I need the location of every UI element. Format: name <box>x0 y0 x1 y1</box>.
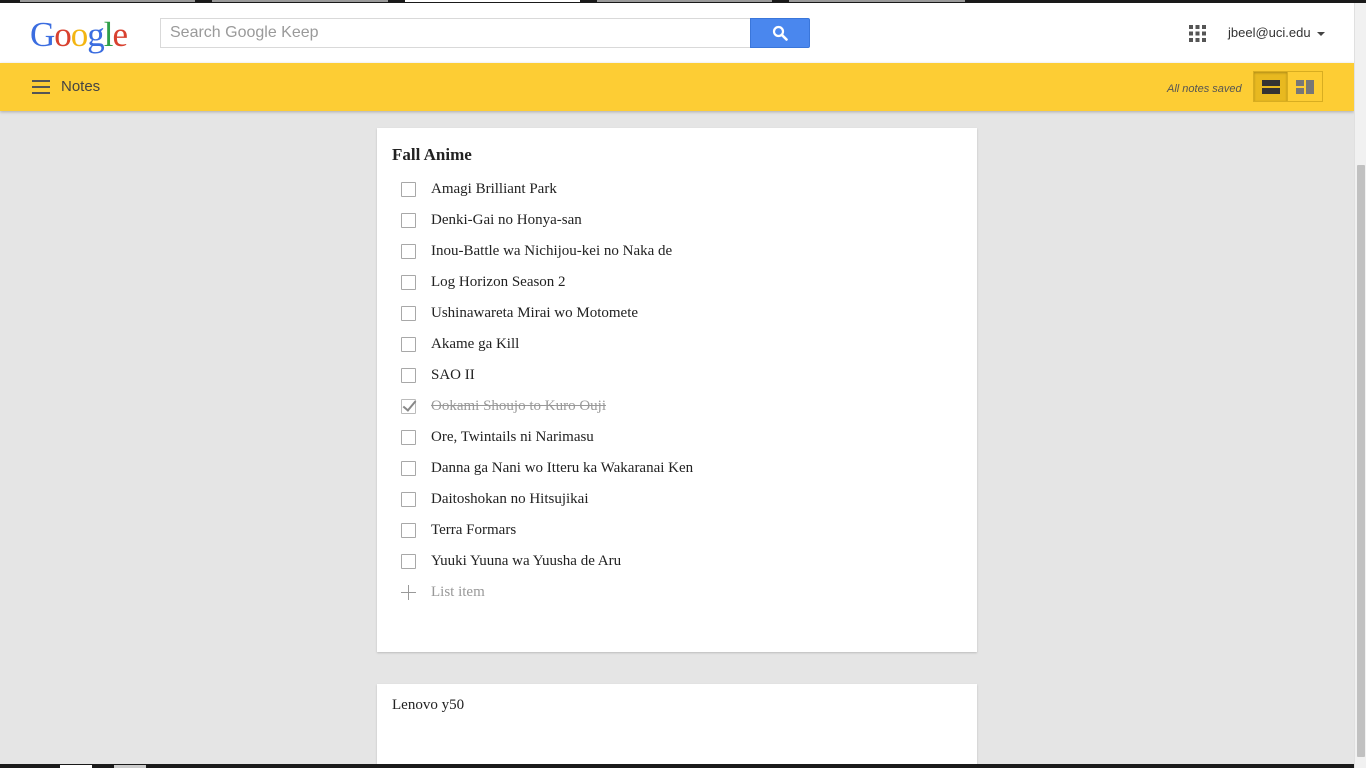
browser-tab[interactable] <box>597 0 772 2</box>
logo-letter: g <box>87 15 104 54</box>
browser-tab-active[interactable] <box>405 0 580 2</box>
list-item-text[interactable]: Ushinawareta Mirai wo Motomete <box>431 305 638 322</box>
list-item: Yuuki Yuuna wa Yuusha de Aru <box>401 546 693 577</box>
checkbox[interactable] <box>401 306 416 321</box>
list-item-text[interactable]: SAO II <box>431 367 475 384</box>
checkbox[interactable] <box>401 492 416 507</box>
list-item: Akame ga Kill <box>401 329 693 360</box>
checkbox[interactable] <box>401 368 416 383</box>
logo-letter: o <box>70 15 88 54</box>
list-item-checked: Ookami Shoujo to Kuro Ouji <box>401 391 693 422</box>
notes-toolbar: Notes All notes saved <box>0 63 1354 111</box>
list-item-text[interactable]: Inou-Battle wa Nichijou-kei no Naka de <box>431 243 672 260</box>
list-item: Amagi Brilliant Park <box>401 174 693 205</box>
hamburger-menu-icon[interactable] <box>32 80 50 94</box>
note-card[interactable]: Fall Anime Amagi Brilliant Park Denki-Ga… <box>377 128 977 652</box>
scrollbar[interactable] <box>1354 3 1366 768</box>
list-item: Inou-Battle wa Nichijou-kei no Naka de <box>401 236 693 267</box>
checkbox[interactable] <box>401 554 416 569</box>
checkbox[interactable] <box>401 461 416 476</box>
list-item: Log Horizon Season 2 <box>401 267 693 298</box>
grid-view-button[interactable] <box>1288 71 1323 102</box>
chevron-down-icon <box>1316 31 1325 36</box>
checklist: Amagi Brilliant Park Denki-Gai no Honya-… <box>401 174 693 608</box>
list-item: Denki-Gai no Honya-san <box>401 205 693 236</box>
list-item: SAO II <box>401 360 693 391</box>
list-item-text[interactable]: Log Horizon Season 2 <box>431 274 566 291</box>
add-list-item[interactable]: List item <box>401 577 693 608</box>
list-item: Danna ga Nani wo Itteru ka Wakaranai Ken <box>401 453 693 484</box>
note-title[interactable]: Fall Anime <box>392 145 472 165</box>
logo-letter: o <box>54 15 71 54</box>
list-item-text[interactable]: Daitoshokan no Hitsujikai <box>431 491 589 508</box>
search-input[interactable] <box>160 18 751 48</box>
list-item-text[interactable]: Ookami Shoujo to Kuro Ouji <box>431 398 606 415</box>
apps-grid-icon[interactable] <box>1189 25 1206 42</box>
app-header: Google jbeel@uci.edu <box>0 3 1354 63</box>
account-menu[interactable]: jbeel@uci.edu <box>1228 25 1325 40</box>
list-item-text[interactable]: Yuuki Yuuna wa Yuusha de Aru <box>431 553 621 570</box>
list-item-text[interactable]: Terra Formars <box>431 522 516 539</box>
list-item: Terra Formars <box>401 515 693 546</box>
list-item-text[interactable]: Danna ga Nani wo Itteru ka Wakaranai Ken <box>431 460 693 477</box>
add-list-item-placeholder: List item <box>431 584 485 600</box>
list-item-text[interactable]: Amagi Brilliant Park <box>431 181 557 198</box>
list-item: Ore, Twintails ni Narimasu <box>401 422 693 453</box>
browser-tab[interactable] <box>789 0 965 2</box>
search-icon <box>772 25 788 41</box>
list-item: Ushinawareta Mirai wo Motomete <box>401 298 693 329</box>
logo-letter: l <box>103 15 114 54</box>
note-card[interactable]: Lenovo y50 <box>377 684 977 768</box>
list-item-text[interactable]: Akame ga Kill <box>431 336 519 353</box>
checkbox[interactable] <box>401 430 416 445</box>
logo-letter: G <box>30 15 55 54</box>
grid-view-icon <box>1296 79 1314 94</box>
list-item-text[interactable]: Ore, Twintails ni Narimasu <box>431 429 594 446</box>
view-toggle <box>1253 71 1323 102</box>
checkbox[interactable] <box>401 182 416 197</box>
google-logo[interactable]: Google <box>30 15 129 55</box>
list-item-text[interactable]: Denki-Gai no Honya-san <box>431 212 582 229</box>
checkbox-checked[interactable] <box>401 399 416 414</box>
browser-tab[interactable] <box>20 0 195 2</box>
list-item: Daitoshokan no Hitsujikai <box>401 484 693 515</box>
browser-tab[interactable] <box>212 0 388 2</box>
page-title: Notes <box>61 78 101 95</box>
bottom-edge <box>0 764 1354 768</box>
checkbox[interactable] <box>401 213 416 228</box>
account-email: jbeel@uci.edu <box>1228 25 1311 40</box>
list-view-icon <box>1261 79 1280 94</box>
list-view-button[interactable] <box>1253 71 1288 102</box>
logo-letter: e <box>112 15 129 54</box>
search-button[interactable] <box>750 18 810 48</box>
save-status: All notes saved <box>1167 83 1242 95</box>
checkbox[interactable] <box>401 244 416 259</box>
checkbox[interactable] <box>401 523 416 538</box>
note-title[interactable]: Lenovo y50 <box>392 697 464 714</box>
plus-icon <box>401 585 416 600</box>
checkbox[interactable] <box>401 337 416 352</box>
scrollbar-thumb[interactable] <box>1357 165 1365 757</box>
checkbox[interactable] <box>401 275 416 290</box>
